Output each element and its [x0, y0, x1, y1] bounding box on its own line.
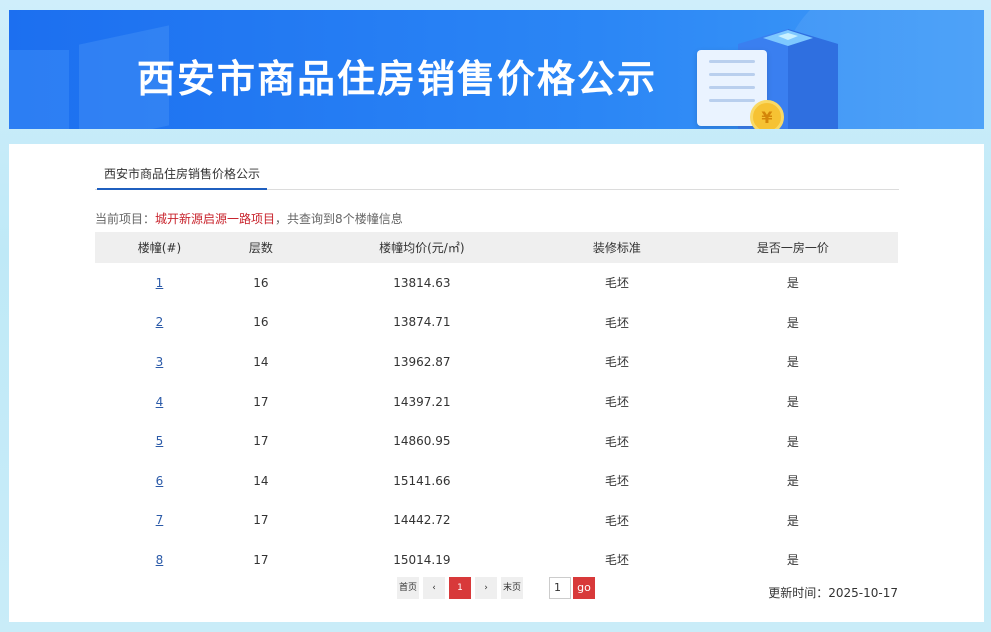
column-header: 楼幢(#) [95, 232, 224, 263]
update-label: 更新时间： [768, 586, 829, 600]
decoration-cell: 毛坯 [604, 434, 629, 449]
banner-decoration [9, 50, 69, 129]
one-price-cell: 是 [786, 474, 799, 489]
building-link[interactable]: 4 [156, 395, 164, 409]
building-count: 8 [335, 212, 343, 226]
price-cell: 15014.19 [393, 552, 451, 567]
price-cell: 13874.71 [393, 315, 451, 330]
decoration-cell: 毛坯 [604, 513, 629, 528]
next-page-button[interactable]: › [475, 577, 497, 599]
price-cell: 14860.95 [393, 434, 451, 449]
tab-bar: 西安市商品住房销售价格公示 [95, 160, 899, 190]
building-link[interactable]: 6 [156, 474, 164, 488]
column-header: 装修标准 [545, 232, 688, 263]
price-cell: 14442.72 [393, 513, 451, 528]
table-row: 4 17 14397.21 毛坯 是 [95, 382, 898, 422]
building-price-table: 楼幢(#) 层数 楼幢均价(元/㎡) 装修标准 是否一房一价 1 16 1381… [95, 232, 898, 580]
price-cell: 13814.63 [393, 275, 451, 290]
floors-cell: 14 [253, 473, 269, 488]
building-link[interactable]: 5 [156, 434, 164, 448]
one-price-cell: 是 [786, 434, 799, 449]
info-middle: ，共查询到 [275, 212, 336, 226]
building-link[interactable]: 1 [156, 276, 164, 290]
table-row: 8 17 15014.19 毛坯 是 [95, 540, 898, 580]
decoration-cell: 毛坯 [604, 474, 629, 489]
table-row: 3 14 13962.87 毛坯 是 [95, 342, 898, 382]
floors-cell: 17 [253, 513, 269, 528]
floors-cell: 14 [253, 354, 269, 369]
price-cell: 14397.21 [393, 394, 451, 409]
one-price-cell: 是 [786, 276, 799, 291]
decoration-cell: 毛坯 [604, 553, 629, 568]
one-price-cell: 是 [786, 395, 799, 410]
column-header: 层数 [223, 232, 298, 263]
one-price-cell: 是 [786, 553, 799, 568]
one-price-cell: 是 [786, 513, 799, 528]
building-link[interactable]: 7 [156, 513, 164, 527]
last-page-button[interactable]: 末页 [501, 577, 523, 599]
table-row: 1 16 13814.63 毛坯 是 [95, 263, 898, 303]
page-input[interactable]: 1 [549, 577, 571, 599]
building-link[interactable]: 8 [156, 553, 164, 567]
go-button[interactable]: go [573, 577, 595, 599]
decoration-cell: 毛坯 [604, 395, 629, 410]
floors-cell: 16 [253, 315, 269, 330]
floors-cell: 16 [253, 275, 269, 290]
decoration-cell: 毛坯 [604, 355, 629, 370]
decoration-cell: 毛坯 [604, 315, 629, 330]
floors-cell: 17 [253, 434, 269, 449]
info-prefix: 当前项目： [95, 212, 156, 226]
column-header: 楼幢均价(元/㎡) [297, 232, 546, 263]
tab-price-publicity[interactable]: 西安市商品住房销售价格公示 [97, 160, 268, 190]
banner-title: 西安市商品住房销售价格公示 [137, 57, 658, 101]
table-row: 2 16 13874.71 毛坯 是 [95, 303, 898, 343]
building-link[interactable]: 3 [156, 355, 164, 369]
content-panel: 西安市商品住房销售价格公示 当前项目：城开新源启源一路项目，共查询到8个楼幢信息… [9, 144, 984, 622]
table-row: 6 14 15141.66 毛坯 是 [95, 461, 898, 501]
prev-page-button[interactable]: ‹ [423, 577, 445, 599]
decoration-cell: 毛坯 [604, 276, 629, 291]
price-cell: 15141.66 [393, 473, 451, 488]
table-row: 7 17 14442.72 毛坯 是 [95, 501, 898, 541]
page-number-button[interactable]: 1 [449, 577, 471, 599]
query-info: 当前项目：城开新源启源一路项目，共查询到8个楼幢信息 [95, 210, 403, 227]
first-page-button[interactable]: 首页 [397, 577, 419, 599]
update-time: 更新时间：2025-10-17 [768, 584, 898, 601]
header-banner: 西安市商品住房销售价格公示 ¥ [9, 10, 984, 129]
project-name: 城开新源启源一路项目 [155, 212, 276, 226]
building-link[interactable]: 2 [156, 315, 164, 329]
one-price-cell: 是 [786, 315, 799, 330]
price-cell: 13962.87 [393, 354, 451, 369]
info-suffix: 个楼幢信息 [342, 212, 403, 226]
table-row: 5 17 14860.95 毛坯 是 [95, 421, 898, 461]
column-header: 是否一房一价 [687, 232, 898, 263]
table-header-row: 楼幢(#) 层数 楼幢均价(元/㎡) 装修标准 是否一房一价 [95, 232, 898, 263]
floors-cell: 17 [253, 552, 269, 567]
update-date: 2025-10-17 [828, 586, 898, 600]
one-price-cell: 是 [786, 355, 799, 370]
floors-cell: 17 [253, 394, 269, 409]
coin-icon: ¥ [750, 100, 784, 129]
